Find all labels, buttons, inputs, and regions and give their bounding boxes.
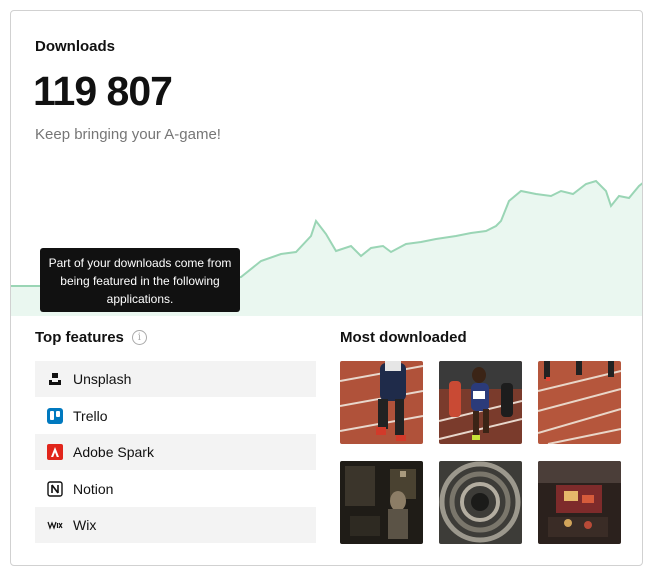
feature-label: Adobe Spark [73, 444, 154, 461]
downloads-card: Downloads 119 807 Keep bringing your A-g… [10, 10, 643, 566]
trello-icon [47, 407, 63, 424]
feature-item-trello[interactable]: Trello [35, 398, 316, 434]
feature-item-notion[interactable]: Notion [35, 471, 316, 507]
feature-label: Notion [73, 480, 114, 497]
most-downloaded-grid [340, 361, 622, 544]
top-features-list: Unsplash Trello Adobe Spark Notion Wix [35, 361, 316, 544]
unsplash-icon [47, 371, 63, 387]
feature-label: Unsplash [73, 371, 132, 387]
card-subtitle: Keep bringing your A-game! [35, 126, 221, 143]
feature-label: Trello [73, 407, 108, 424]
photo-market-stall[interactable] [538, 461, 621, 544]
photo-sprinters-race[interactable] [439, 361, 522, 444]
feature-item-wix[interactable]: Wix [35, 507, 316, 544]
feature-item-adobe-spark[interactable]: Adobe Spark [35, 434, 316, 471]
info-icon[interactable]: i [131, 330, 147, 345]
top-features-title: Top features [35, 329, 124, 346]
notion-icon [47, 481, 63, 497]
top-features-heading: Top features i [35, 329, 147, 346]
featured-tooltip: Part of your downloads come from being f… [40, 248, 240, 312]
photo-track-lanes-runners[interactable] [538, 361, 621, 444]
photo-workshop-interior[interactable] [340, 461, 423, 544]
card-title: Downloads [35, 38, 116, 55]
wix-icon [47, 517, 63, 533]
adobe-spark-icon [47, 444, 63, 461]
most-downloaded-title: Most downloaded [340, 329, 467, 346]
feature-label: Wix [73, 517, 97, 534]
downloads-count: 119 807 [33, 68, 173, 114]
feature-item-unsplash[interactable]: Unsplash [35, 361, 316, 397]
photo-runner-on-track[interactable] [340, 361, 423, 444]
photo-spiral-staircase[interactable] [439, 461, 522, 544]
